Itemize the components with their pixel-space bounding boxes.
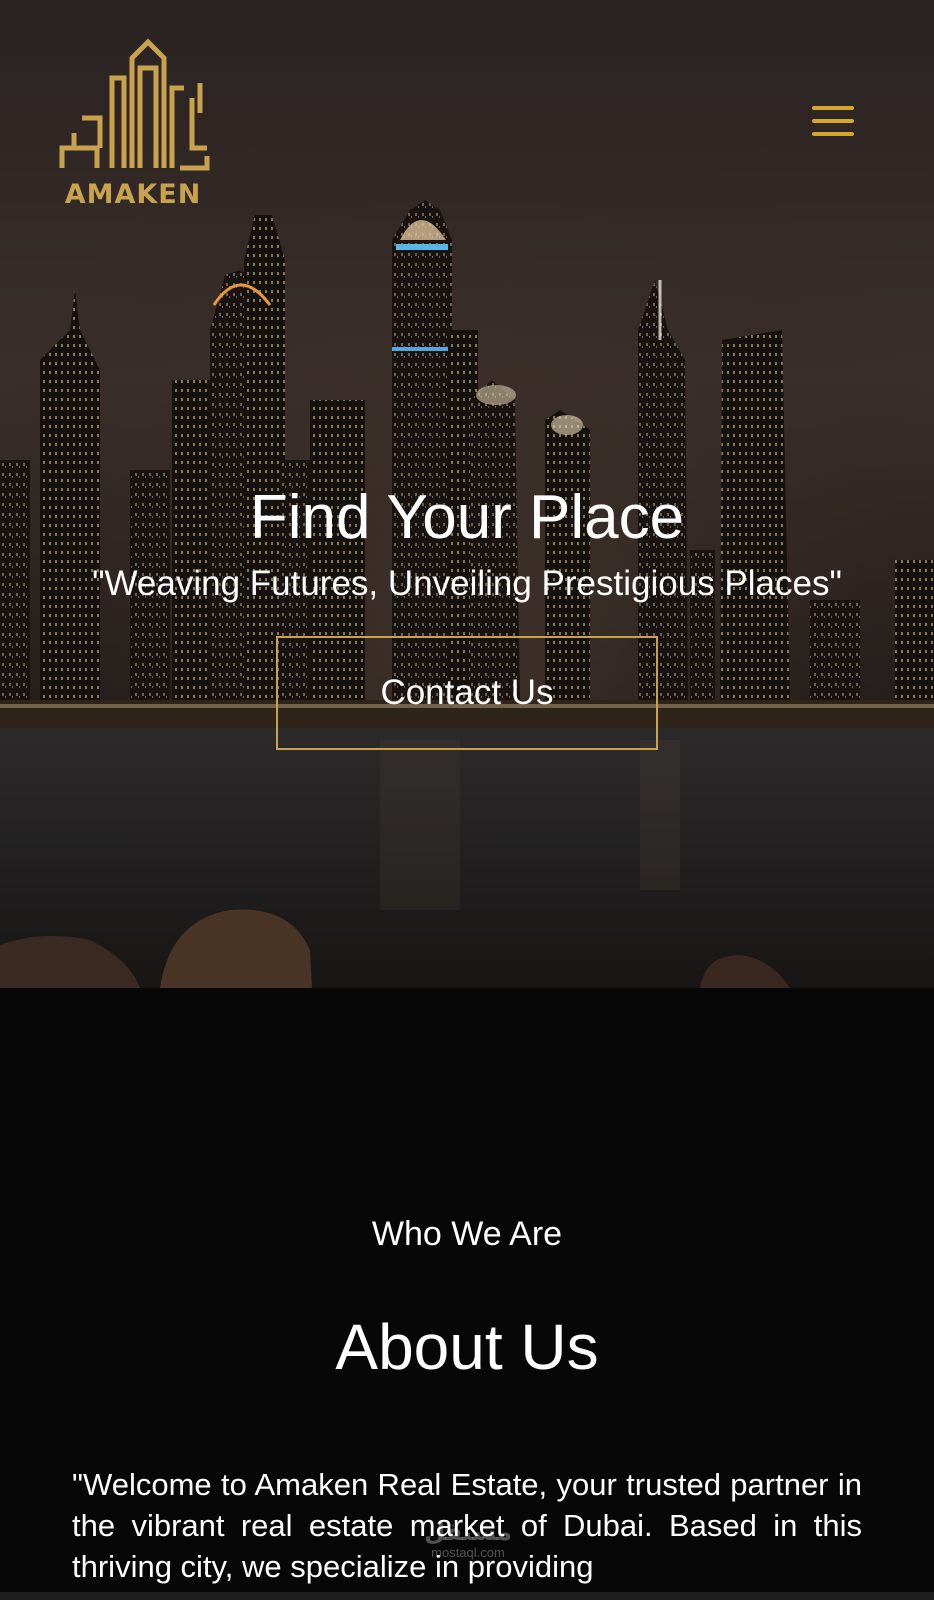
about-body-text: "Welcome to Amaken Real Estate, your tru… (72, 1467, 862, 1584)
hamburger-menu-icon-bar (812, 132, 854, 136)
section-title: About Us (335, 1311, 599, 1383)
contact-us-button[interactable]: Contact Us (276, 636, 658, 750)
hamburger-menu-icon-bar (812, 119, 854, 123)
page-bottom-edge (0, 1592, 934, 1600)
hero-section: AMAKEN Find Your Place "Weaving Futures,… (0, 0, 934, 988)
hero-subtitle: "Weaving Futures, Unveiling Prestigious … (92, 564, 842, 603)
logo-wordmark: AMAKEN (64, 179, 202, 210)
hamburger-menu-button[interactable] (812, 106, 854, 140)
amaken-logo[interactable]: AMAKEN (52, 38, 214, 210)
about-section: Who We Are About Us "Welcome to Amaken R… (0, 988, 934, 1600)
hamburger-menu-icon (812, 106, 854, 110)
logo-building-mark-icon (59, 38, 210, 171)
section-eyebrow: Who We Are (371, 1215, 563, 1253)
hero-title: Find Your Place (249, 483, 685, 552)
